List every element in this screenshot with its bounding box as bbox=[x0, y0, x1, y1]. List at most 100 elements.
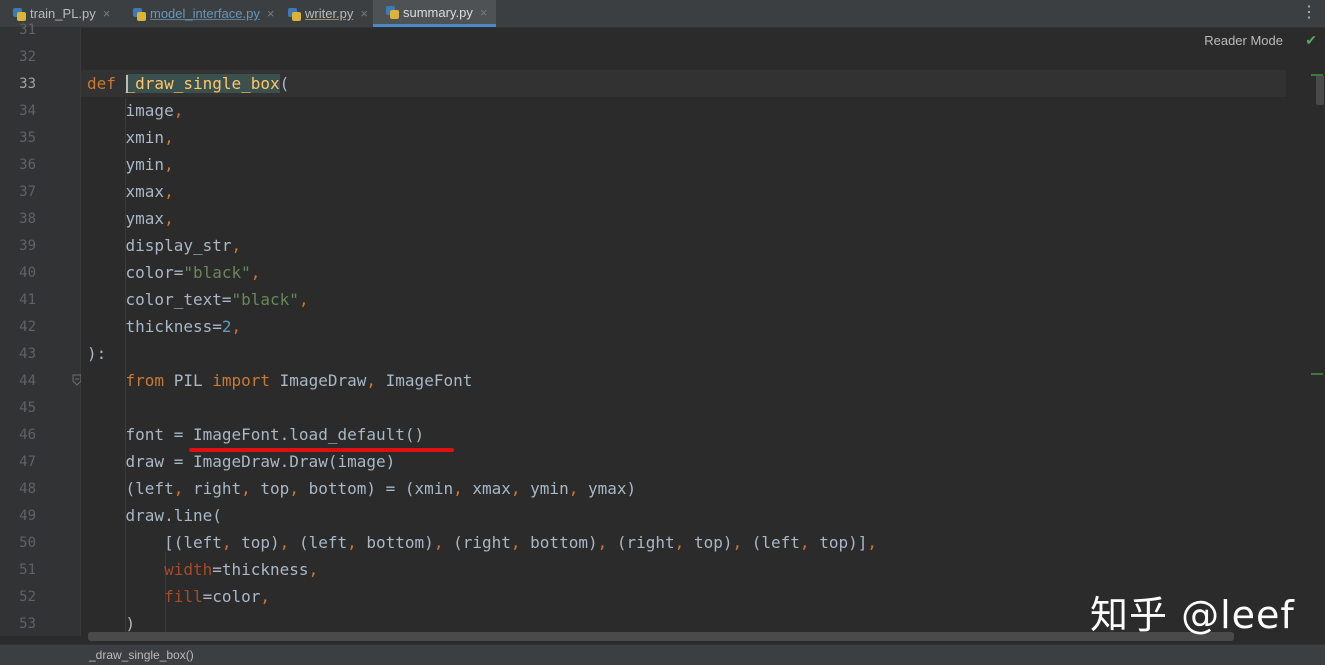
param: ymin bbox=[125, 155, 165, 174]
comma: , bbox=[799, 533, 810, 552]
tab-summary[interactable]: summary.py × bbox=[373, 0, 496, 27]
code-line-39[interactable]: display_str, bbox=[87, 232, 242, 259]
comma: , bbox=[231, 317, 242, 336]
code-token: top)] bbox=[809, 533, 868, 552]
zhihu-watermark: 知乎 @leef bbox=[1090, 593, 1295, 637]
code-line-48[interactable]: (left, right, top, bottom) = (xmin, xmax… bbox=[87, 475, 637, 502]
param: xmin bbox=[125, 128, 165, 147]
line-number: 31 bbox=[19, 22, 36, 38]
code-line-47[interactable]: draw = ImageDraw.Draw(image) bbox=[87, 448, 396, 475]
line-number: 45 bbox=[19, 400, 36, 416]
comma: , bbox=[433, 533, 444, 552]
comma: , bbox=[366, 371, 377, 390]
line-number: 46 bbox=[19, 427, 36, 443]
code-line-42[interactable]: thickness=2, bbox=[87, 313, 242, 340]
line-number: 43 bbox=[19, 346, 36, 362]
breadcrumb[interactable]: _draw_single_box() bbox=[89, 648, 194, 662]
code-token: top bbox=[250, 479, 290, 498]
code-line-36[interactable]: ymin, bbox=[87, 151, 174, 178]
param: thickness= bbox=[125, 317, 222, 336]
code-line-33[interactable]: def _draw_single_box( bbox=[87, 70, 289, 97]
code-line-44[interactable]: from PIL import ImageDraw, ImageFont bbox=[87, 367, 473, 394]
line-number: 51 bbox=[19, 562, 36, 578]
check-icon[interactable]: ✔ bbox=[1305, 32, 1317, 49]
param: ymax bbox=[125, 209, 165, 228]
comma: , bbox=[453, 479, 463, 498]
close-icon[interactable]: × bbox=[480, 5, 488, 20]
line-number-current: 33 bbox=[19, 76, 36, 92]
line-number-gutter[interactable]: 31 32 33 34 35 36 37 38 39 40 41 42 43 4… bbox=[0, 22, 82, 636]
change-marker[interactable] bbox=[1311, 373, 1323, 375]
comma: , bbox=[164, 182, 174, 201]
vertical-scrollbar-thumb[interactable] bbox=[1316, 75, 1324, 105]
param: color_text= bbox=[125, 290, 232, 309]
code-token: top) bbox=[231, 533, 280, 552]
line-number: 44 bbox=[19, 373, 36, 389]
line-number: 38 bbox=[19, 211, 36, 227]
line-number: 34 bbox=[19, 103, 36, 119]
line-number: 49 bbox=[19, 508, 36, 524]
keyword-argument: width bbox=[164, 560, 213, 579]
code-line-43[interactable]: ): bbox=[87, 340, 106, 367]
line-number: 39 bbox=[19, 238, 36, 254]
comma: , bbox=[674, 533, 685, 552]
line-number: 37 bbox=[19, 184, 36, 200]
line-number: 36 bbox=[19, 157, 36, 173]
tab-model-interface[interactable]: model_interface.py × bbox=[120, 0, 275, 27]
comma: , bbox=[289, 479, 299, 498]
code-line-35[interactable]: xmin, bbox=[87, 124, 174, 151]
comma: , bbox=[510, 479, 521, 498]
close-icon[interactable]: × bbox=[360, 6, 368, 21]
code-token: bottom) = (xmin bbox=[298, 479, 454, 498]
code-token: top) bbox=[684, 533, 733, 552]
code-line-40[interactable]: color="black", bbox=[87, 259, 261, 286]
param: xmax bbox=[125, 182, 165, 201]
comma: , bbox=[298, 290, 309, 309]
code-line-49[interactable]: draw.line( bbox=[87, 502, 222, 529]
comma: , bbox=[260, 587, 271, 606]
comma: , bbox=[231, 236, 242, 255]
horizontal-scrollbar-thumb[interactable] bbox=[88, 632, 1234, 641]
line-number: 32 bbox=[19, 49, 36, 65]
python-file-icon bbox=[287, 7, 301, 21]
code-line-50[interactable]: [(left, top), (left, bottom), (right, bo… bbox=[87, 529, 877, 556]
reader-mode-button[interactable]: Reader Mode bbox=[1204, 33, 1283, 48]
comma: , bbox=[568, 479, 579, 498]
line-number: 52 bbox=[19, 589, 36, 605]
close-icon[interactable]: × bbox=[267, 6, 275, 21]
comma: , bbox=[597, 533, 608, 552]
code-line-34[interactable]: image, bbox=[87, 97, 184, 124]
code-token: (left bbox=[742, 533, 800, 552]
param: display_str bbox=[125, 236, 232, 255]
code-token: (left bbox=[125, 479, 174, 498]
param: image bbox=[125, 101, 174, 120]
tab-label: train_PL.py bbox=[30, 6, 96, 21]
code-line-46[interactable]: font = ImageFont.load_default() bbox=[87, 421, 425, 448]
code-line-41[interactable]: color_text="black", bbox=[87, 286, 309, 313]
comma: , bbox=[250, 263, 261, 282]
code-line-51[interactable]: width=thickness, bbox=[87, 556, 318, 583]
code-token: (right bbox=[443, 533, 511, 552]
error-stripe[interactable] bbox=[1286, 28, 1325, 636]
comma: , bbox=[164, 209, 174, 228]
code-editor[interactable]: def _draw_single_box( image, xmin, ymin,… bbox=[81, 28, 1286, 638]
more-options-icon[interactable]: ⋮ bbox=[1301, 2, 1317, 24]
comma: , bbox=[221, 533, 232, 552]
close-icon[interactable]: × bbox=[103, 6, 111, 21]
statement: draw = ImageDraw.Draw(image) bbox=[125, 452, 396, 471]
line-number: 50 bbox=[19, 535, 36, 551]
code-token: bottom) bbox=[520, 533, 598, 552]
code-line-38[interactable]: ymax, bbox=[87, 205, 174, 232]
number-literal: 2 bbox=[221, 317, 232, 336]
tab-writer[interactable]: writer.py × bbox=[275, 0, 373, 27]
line-number: 53 bbox=[19, 616, 36, 632]
tab-label: model_interface.py bbox=[150, 6, 260, 21]
statement: draw.line( bbox=[125, 506, 222, 525]
code-line-52[interactable]: fill=color, bbox=[87, 583, 270, 610]
code-token: [(left bbox=[164, 533, 222, 552]
string-literal: "black" bbox=[231, 290, 299, 309]
change-marker[interactable] bbox=[1311, 74, 1323, 76]
code-token: =thickness bbox=[212, 560, 309, 579]
code-line-37[interactable]: xmax, bbox=[87, 178, 174, 205]
annotation-underline bbox=[189, 448, 454, 452]
